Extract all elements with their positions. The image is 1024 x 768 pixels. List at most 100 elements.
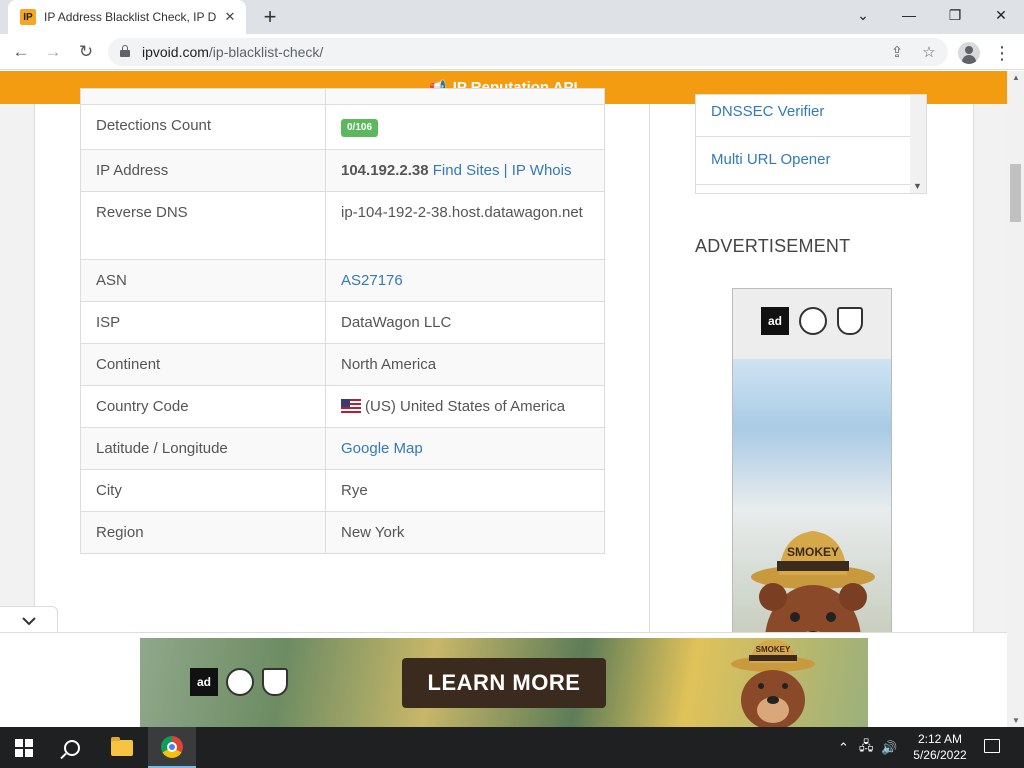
ip-address-value: 104.192.2.38 bbox=[341, 162, 429, 179]
chrome-taskbar-button[interactable] bbox=[148, 727, 196, 768]
collapse-ad-button[interactable] bbox=[0, 606, 58, 634]
scroll-down-arrow-icon[interactable]: ▼ bbox=[913, 181, 922, 191]
banner-hat-label: SMOKEY bbox=[756, 645, 791, 654]
share-icon[interactable]: ⇪ bbox=[888, 43, 906, 61]
row-key: ISP bbox=[80, 301, 326, 344]
chrome-icon bbox=[161, 735, 183, 758]
table-row: Latitude / Longitude Google Map bbox=[80, 427, 605, 470]
tool-link-dnssec-verifier[interactable]: DNSSEC Verifier bbox=[696, 95, 910, 137]
table-row: Country Code (US) United States of Ameri… bbox=[80, 385, 605, 428]
bottom-ad-container: ad LEARN MORE SMOKEY bbox=[0, 632, 1007, 727]
restore-button[interactable]: ❐ bbox=[932, 0, 978, 30]
table-row: Continent North America bbox=[80, 343, 605, 386]
volume-icon[interactable]: 🔊 bbox=[881, 740, 897, 756]
network-icon[interactable]: 🖧 bbox=[859, 737, 874, 759]
tab-search-chevron-icon[interactable]: ⌄ bbox=[840, 0, 886, 30]
hat-label: SMOKEY bbox=[787, 545, 839, 559]
smokey-bear-banner-icon: SMOKEY bbox=[731, 640, 815, 727]
table-row: Detections Count 0/106 bbox=[80, 104, 605, 150]
region-value: New York bbox=[325, 511, 605, 554]
table-row-partial bbox=[80, 88, 605, 105]
scroll-down-arrow-icon[interactable]: ▼ bbox=[1012, 716, 1020, 725]
row-key: Region bbox=[80, 511, 326, 554]
table-row: ASN AS27176 bbox=[80, 259, 605, 302]
forward-arrow-icon[interactable]: → bbox=[41, 40, 65, 64]
tool-link-multi-url-opener[interactable]: Multi URL Opener bbox=[696, 137, 910, 185]
ad-logos: ad bbox=[733, 307, 891, 335]
page-viewport: 📢 IP Reputation API Detections Count 0/1… bbox=[0, 71, 1024, 727]
scroll-up-arrow-icon[interactable]: ▲ bbox=[1012, 73, 1020, 82]
page-scrollbar[interactable]: ▲ ▼ bbox=[1007, 71, 1024, 727]
windows-taskbar: ⌃ 🖧 🔊 2:12 AM 5/26/2022 bbox=[0, 727, 1024, 768]
browser-tabstrip: IP IP Address Blacklist Check, IP DNS ✕ … bbox=[0, 0, 1024, 34]
row-key: Detections Count bbox=[80, 104, 326, 150]
folder-icon bbox=[111, 736, 133, 756]
browser-toolbar: ← → ↻ ipvoid.com/ip-blacklist-check/ ⇪ ☆… bbox=[0, 34, 1024, 70]
bottom-banner-ad[interactable]: ad LEARN MORE SMOKEY bbox=[140, 638, 868, 727]
google-map-link[interactable]: Google Map bbox=[341, 440, 423, 457]
browser-menu-icon[interactable]: ⋮ bbox=[993, 42, 1011, 64]
row-key: IP Address bbox=[80, 149, 326, 192]
taskbar-search-button[interactable] bbox=[48, 727, 96, 768]
new-tab-button[interactable]: + bbox=[258, 5, 282, 29]
bookmark-star-icon[interactable]: ☆ bbox=[920, 43, 938, 61]
tab-title: IP Address Blacklist Check, IP DNS bbox=[44, 10, 216, 24]
start-button[interactable] bbox=[0, 727, 48, 768]
scrollbar-thumb[interactable] bbox=[1010, 164, 1021, 222]
row-key: Latitude / Longitude bbox=[80, 427, 326, 470]
isp-value: DataWagon LLC bbox=[325, 301, 605, 344]
reverse-dns-value: ip-104-192-2-38.host.datawagon.net bbox=[325, 191, 605, 260]
country-code-value: (US) United States of America bbox=[365, 398, 566, 415]
minimize-button[interactable]: — bbox=[886, 0, 932, 30]
system-tray: ⌃ 🖧 🔊 bbox=[838, 727, 898, 768]
city-value: Rye bbox=[325, 469, 605, 512]
learn-more-button[interactable]: LEARN MORE bbox=[402, 658, 606, 708]
search-icon bbox=[64, 739, 80, 756]
tray-expand-chevron-icon[interactable]: ⌃ bbox=[838, 740, 849, 756]
tools-list-scrollbar[interactable]: ▼ bbox=[910, 95, 926, 193]
forest-service-logo bbox=[226, 668, 254, 696]
detections-badge: 0/106 bbox=[341, 119, 379, 137]
browser-tab[interactable]: IP IP Address Blacklist Check, IP DNS ✕ bbox=[8, 0, 246, 34]
site-favicon-icon: IP bbox=[20, 9, 36, 25]
address-bar[interactable]: ipvoid.com/ip-blacklist-check/ ⇪ ☆ bbox=[108, 38, 948, 66]
clock-date: 5/26/2022 bbox=[913, 748, 967, 762]
close-tab-icon[interactable]: ✕ bbox=[222, 9, 238, 25]
ip-whois-link[interactable]: IP Whois bbox=[512, 162, 572, 179]
table-row: ISP DataWagon LLC bbox=[80, 301, 605, 344]
continent-value: North America bbox=[325, 343, 605, 386]
table-row: Region New York bbox=[80, 511, 605, 554]
tools-list: DNSSEC Verifier Multi URL Opener ▼ bbox=[695, 94, 927, 194]
find-sites-link[interactable]: Find Sites bbox=[433, 162, 500, 179]
row-key: Continent bbox=[80, 343, 326, 386]
row-key: City bbox=[80, 469, 326, 512]
usda-shield-logo bbox=[837, 307, 863, 335]
table-row: IP Address 104.192.2.38 Find Sites | IP … bbox=[80, 149, 605, 192]
forest-service-logo bbox=[799, 307, 827, 335]
row-key: Reverse DNS bbox=[80, 191, 326, 260]
windows-logo-icon bbox=[15, 738, 33, 757]
ip-info-table: Detections Count 0/106 IP Address 104.19… bbox=[80, 88, 605, 554]
table-row: City Rye bbox=[80, 469, 605, 512]
link-separator: | bbox=[503, 162, 508, 179]
file-explorer-button[interactable] bbox=[98, 727, 146, 768]
us-flag-icon bbox=[341, 399, 361, 413]
notifications-icon[interactable] bbox=[984, 739, 1000, 753]
url-text: ipvoid.com/ip-blacklist-check/ bbox=[142, 44, 324, 60]
reload-icon[interactable]: ↻ bbox=[74, 40, 98, 64]
profile-avatar-icon[interactable] bbox=[958, 42, 980, 64]
row-key: Country Code bbox=[80, 385, 326, 428]
lock-icon[interactable] bbox=[120, 45, 130, 57]
banner-logos: ad bbox=[190, 668, 288, 696]
close-window-button[interactable]: ✕ bbox=[978, 0, 1024, 30]
chevron-down-icon bbox=[21, 616, 36, 625]
usda-shield-logo bbox=[262, 668, 288, 696]
back-arrow-icon[interactable]: ← bbox=[9, 40, 33, 64]
table-row: Reverse DNS ip-104-192-2-38.host.datawag… bbox=[80, 191, 605, 260]
taskbar-clock[interactable]: 2:12 AM 5/26/2022 bbox=[905, 731, 975, 763]
ad-council-logo: ad bbox=[190, 668, 218, 696]
row-key: ASN bbox=[80, 259, 326, 302]
asn-link[interactable]: AS27176 bbox=[341, 272, 403, 289]
ad-council-logo: ad bbox=[761, 307, 789, 335]
clock-time: 2:12 AM bbox=[917, 732, 963, 746]
